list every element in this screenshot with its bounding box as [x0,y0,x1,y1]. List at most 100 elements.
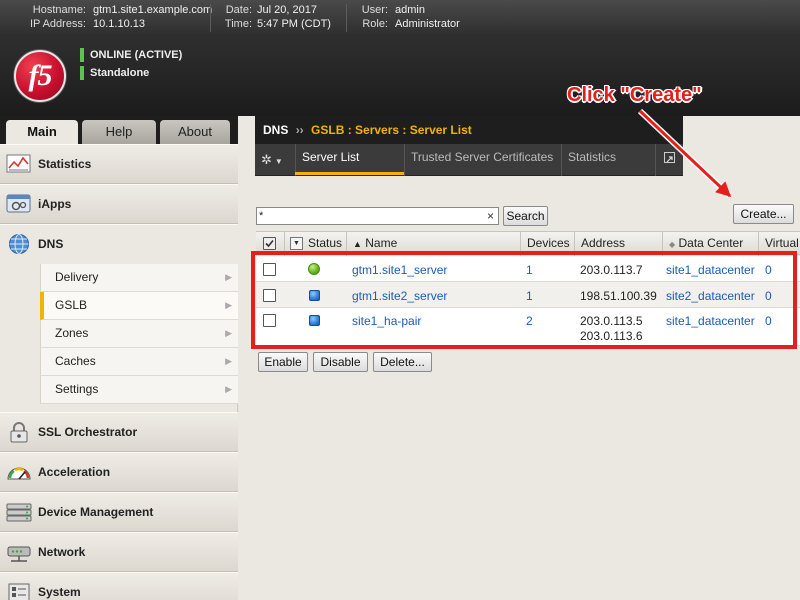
create-button[interactable]: Create... [733,204,794,224]
left-tabs: Main Help About [0,116,238,144]
highlight-box [251,251,797,349]
breadcrumb: DNS ›› GSLB : Servers : Server List [255,116,683,144]
device-icon [6,503,32,522]
subtab-bar: ✲ ▼ Server List Trusted Server Certificat… [255,144,683,176]
sidebar: Statistics iApps DNS Delivery ▶ GSLB ▶ Z… [0,144,238,600]
network-icon [7,546,31,562]
tab-help[interactable]: Help [82,120,156,144]
sidebar-item-statistics[interactable]: Statistics [0,144,238,184]
sidebar-subitem-gslb[interactable]: GSLB ▶ [40,292,238,320]
sidebar-item-dns[interactable]: DNS [0,224,238,264]
tab-divider [561,144,562,176]
sidebar-item-ssl-orchestrator[interactable]: SSL Orchestrator [0,412,238,452]
sidebar-subitem-settings[interactable]: Settings ▶ [40,376,238,404]
tab-statistics[interactable]: Statistics [568,144,616,175]
user-value: admin [395,4,425,16]
gear-icon: ✲ [261,152,272,167]
tab-trusted-server-certificates[interactable]: Trusted Server Certificates [411,144,553,175]
date-label-col: Date: Time: [222,3,252,31]
sort-ascending-icon: ▲ [353,239,362,249]
sidebar-subitem-caches[interactable]: Caches ▶ [40,348,238,376]
chevron-down-icon: ▼ [293,240,300,247]
time-value: 5:47 PM (CDT) [257,18,331,30]
ip-value: 10.1.10.13 [93,18,145,30]
user-value-col: admin Administrator [395,3,460,31]
user-label-col: User: Role: [358,3,388,31]
gear-menu-button[interactable]: ✲ ▼ [261,150,291,170]
annotation-label: Click "Create" [567,84,702,106]
popout-icon[interactable] [664,152,675,163]
role-value: Administrator [395,18,460,30]
ip-label: IP Address: [29,18,86,30]
search-input-value: * [259,210,264,222]
select-all-checkbox[interactable] [263,237,276,250]
hostname-value-col: gtm1.site1.example.com 10.1.10.13 [93,3,212,31]
system-icon [8,583,30,600]
clear-icon[interactable]: × [487,208,494,224]
time-label: Time: [224,18,252,30]
sidebar-item-label: Statistics [38,157,92,171]
sidebar-item-device-management[interactable]: Device Management [0,492,238,532]
sidebar-item-label: iApps [38,197,72,211]
disable-button[interactable]: Disable [313,352,368,372]
date-label: Date: [225,4,252,16]
sidebar-item-network[interactable]: Network [0,532,238,572]
enable-button[interactable]: Enable [258,352,308,372]
hostname-label-col: Hostname: IP Address: [16,3,86,31]
f5-logo: f5 [14,50,66,102]
top-info-bar: Hostname: IP Address: gtm1.site1.example… [0,0,800,36]
sidebar-item-label: Acceleration [38,465,111,479]
sort-icon: ◆ [669,240,676,249]
subitem-label: Zones [55,326,89,340]
online-status: ONLINE (ACTIVE) [80,48,182,62]
subitem-label: Delivery [55,270,99,284]
lock-icon [10,422,28,443]
column-header-data-center-label: Data Center [678,236,744,250]
sidebar-item-system[interactable]: System [0,572,238,600]
sidebar-item-label: System [38,585,81,599]
top-divider [346,4,347,32]
search-input[interactable]: * × [256,207,499,225]
chevron-down-icon: ▼ [274,157,283,166]
tab-main[interactable]: Main [6,120,78,144]
tab-divider [655,144,656,176]
sidebar-subitem-zones[interactable]: Zones ▶ [40,320,238,348]
chevron-right-icon: ▶ [225,384,232,394]
sidebar-item-label: DNS [38,237,64,251]
column-header-name-label: Name [365,236,398,250]
status-filter-dropdown[interactable]: ▼ [290,237,303,250]
tab-divider [404,144,405,176]
statistics-icon [6,154,31,173]
subitem-label: GSLB [55,298,88,312]
search-button[interactable]: Search [503,206,548,226]
breadcrumb-root: DNS [263,123,289,137]
standalone-status: Standalone [80,66,149,80]
date-value-col: Jul 20, 2017 5:47 PM (CDT) [257,3,331,31]
top-divider [210,4,211,32]
globe-icon [9,234,29,254]
sidebar-item-label: Network [38,545,86,559]
gauge-icon [7,467,31,480]
subitem-label: Settings [55,382,99,396]
date-value: Jul 20, 2017 [257,4,317,16]
role-label: Role: [362,18,388,30]
hostname-label: Hostname: [32,4,86,16]
breadcrumb-separator: ›› [295,123,304,137]
user-label: User: [361,4,388,16]
hostname-value: gtm1.site1.example.com [93,4,213,16]
sidebar-item-label: SSL Orchestrator [38,425,138,439]
sidebar-subitem-delivery[interactable]: Delivery ▶ [40,264,238,292]
tab-server-list[interactable]: Server List [295,144,404,175]
subitem-label: Caches [55,354,96,368]
iapps-icon [6,194,31,213]
delete-button[interactable]: Delete... [373,352,432,372]
chevron-right-icon: ▶ [225,300,232,310]
chevron-right-icon: ▶ [225,356,232,366]
chevron-right-icon: ▶ [225,272,232,282]
sidebar-item-label: Device Management [38,505,154,519]
chevron-right-icon: ▶ [225,328,232,338]
tab-about[interactable]: About [160,120,230,144]
sidebar-item-acceleration[interactable]: Acceleration [0,452,238,492]
sidebar-item-iapps[interactable]: iApps [0,184,238,224]
breadcrumb-path: GSLB : Servers : Server List [311,123,472,137]
